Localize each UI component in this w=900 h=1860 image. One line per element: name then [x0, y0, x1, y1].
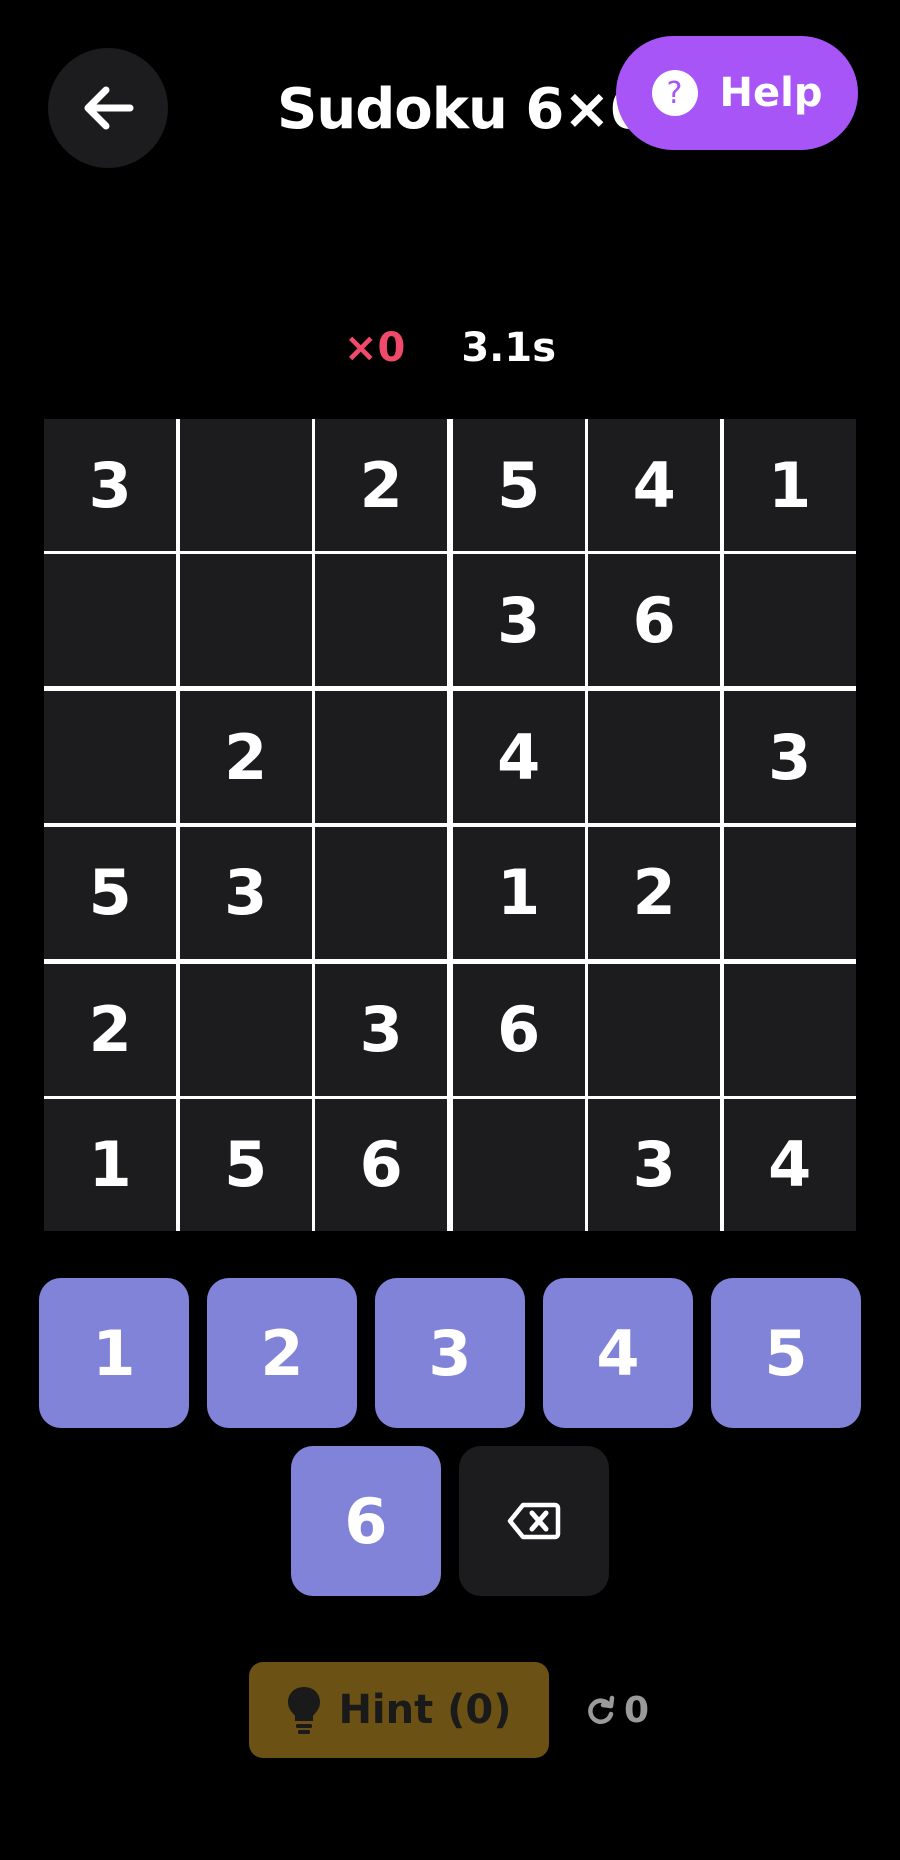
board-cell[interactable]: 5	[452, 419, 585, 552]
back-button[interactable]	[48, 48, 168, 168]
timer: 3.1s	[461, 325, 557, 371]
board-cell[interactable]: 3	[315, 963, 448, 1096]
keypad-key-6[interactable]: 6	[291, 1446, 441, 1596]
board-cell[interactable]: 4	[452, 691, 585, 824]
board-cell[interactable]	[315, 826, 448, 959]
board-cell[interactable]: 2	[44, 963, 177, 1096]
game-stats: ×0 3.1s	[0, 320, 900, 376]
board-cell[interactable]: 5	[179, 1098, 312, 1231]
board-cell[interactable]: 1	[452, 826, 585, 959]
board-cell[interactable]: 6	[588, 554, 721, 687]
delete-button[interactable]	[459, 1446, 609, 1596]
keypad-key-4[interactable]: 4	[543, 1278, 693, 1428]
board-cell[interactable]: 4	[723, 1098, 856, 1231]
board-cell[interactable]: 4	[588, 419, 721, 552]
board-cell[interactable]	[179, 419, 312, 552]
board-cell[interactable]	[179, 963, 312, 1096]
board-cell[interactable]: 3	[179, 826, 312, 959]
help-button[interactable]: ? Help	[616, 36, 858, 150]
board-cell[interactable]	[315, 554, 448, 687]
board-cell[interactable]: 1	[723, 419, 856, 552]
board-cell[interactable]: 3	[44, 419, 177, 552]
keypad-key-5[interactable]: 5	[711, 1278, 861, 1428]
board-cell[interactable]: 1	[44, 1098, 177, 1231]
mistakes-counter: ×0	[343, 325, 406, 371]
help-label: Help	[719, 70, 823, 116]
board-cell[interactable]: 2	[588, 826, 721, 959]
board-cell[interactable]	[588, 691, 721, 824]
arrow-left-icon	[84, 86, 134, 130]
page-title: Sudoku 6×6	[277, 77, 648, 142]
board-cell[interactable]: 5	[44, 826, 177, 959]
hint-button[interactable]: Hint (0)	[249, 1662, 549, 1758]
board-cell[interactable]: 2	[179, 691, 312, 824]
undo-count: 0	[624, 1689, 650, 1731]
board-cell[interactable]	[179, 554, 312, 687]
board-cell[interactable]	[723, 554, 856, 687]
board-cell[interactable]: 6	[452, 963, 585, 1096]
board-cell[interactable]: 6	[315, 1098, 448, 1231]
backspace-icon	[507, 1502, 561, 1540]
keypad-key-1[interactable]: 1	[39, 1278, 189, 1428]
undo-counter[interactable]: 0	[586, 1680, 649, 1740]
hint-label: Hint (0)	[338, 1687, 512, 1733]
board-cell[interactable]	[44, 554, 177, 687]
board-cell[interactable]	[723, 826, 856, 959]
keypad-key-2[interactable]: 2	[207, 1278, 357, 1428]
board-cell[interactable]: 3	[723, 691, 856, 824]
board-cell[interactable]: 3	[588, 1098, 721, 1231]
board-cell[interactable]	[44, 691, 177, 824]
keypad-key-3[interactable]: 3	[375, 1278, 525, 1428]
redo-arrow-icon	[588, 1695, 615, 1724]
board-cell[interactable]	[588, 963, 721, 1096]
board-cell[interactable]: 3	[452, 554, 585, 687]
question-circle-icon: ?	[651, 70, 698, 116]
board-cell[interactable]: 2	[315, 419, 448, 552]
lightbulb-icon	[288, 1687, 321, 1734]
sudoku-board: 3254136243531223615634	[44, 419, 856, 1231]
board-cell[interactable]	[452, 1098, 585, 1231]
board-cell[interactable]	[315, 691, 448, 824]
board-cell[interactable]	[723, 963, 856, 1096]
